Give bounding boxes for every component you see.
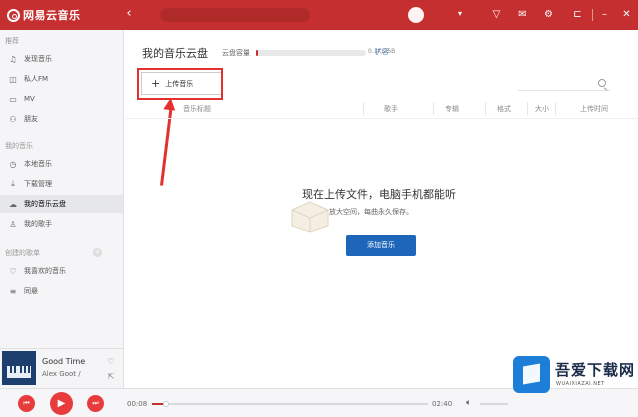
sidebar-item-discover[interactable]: ♫ 发现音乐 xyxy=(0,50,123,68)
page-title: 我的音乐云盘 xyxy=(142,47,208,60)
main-content: 我的音乐云盘 云盘容量 0.1K/25B 扩容 + 上传音乐 音乐标题 歌手 专… xyxy=(125,30,638,348)
sidebar-item-playlist[interactable]: ≡ 同悬 xyxy=(0,282,123,300)
column-header-artist[interactable]: 歌手 xyxy=(384,104,398,114)
sidebar-item-label: 私人FM xyxy=(24,75,49,83)
sidebar-heading-created-playlists: 创建的歌单 xyxy=(5,249,40,257)
sidebar-item-label: 朋友 xyxy=(24,115,38,123)
now-playing-panel: Good Time Alex Goot / ♡ ⇱ xyxy=(0,348,124,388)
cloud-search-input[interactable] xyxy=(518,78,610,91)
mv-icon: ▭ xyxy=(9,94,17,104)
watermark-logo xyxy=(513,356,550,393)
add-music-button[interactable]: 添加音乐 xyxy=(346,235,416,256)
expand-capacity-link[interactable]: 扩容 xyxy=(375,47,389,57)
elapsed-time: 00:08 xyxy=(127,400,148,408)
sidebar-item-cloud-drive[interactable]: ☁ 我的音乐云盘 xyxy=(0,195,123,213)
mail-icon[interactable]: ✉ xyxy=(516,8,529,21)
previous-icon[interactable]: ⏮ xyxy=(18,395,35,412)
heart-icon[interactable]: ♡ xyxy=(106,357,116,367)
global-search-input[interactable] xyxy=(160,8,310,22)
back-icon[interactable]: ‹ xyxy=(122,6,136,22)
sidebar: 推荐 ♫ 发现音乐 ◫ 私人FM ▭ MV ⚇ 朋友 我的音乐 ◷ 本地音乐 ⤓… xyxy=(0,30,124,348)
piano-keys-icon xyxy=(7,366,31,378)
sidebar-item-label: 本地音乐 xyxy=(24,160,52,168)
total-time: 02:40 xyxy=(432,400,453,408)
column-header-format[interactable]: 格式 xyxy=(497,104,511,114)
username[interactable] xyxy=(428,9,452,20)
playlist-icon: ≡ xyxy=(9,286,17,296)
table-header-divider xyxy=(125,118,638,119)
download-icon: ⤓ xyxy=(11,179,15,188)
singer-icon: ♙ xyxy=(9,219,17,229)
sidebar-item-friends[interactable]: ⚇ 朋友 xyxy=(0,110,123,128)
sidebar-heading-recommend: 推荐 xyxy=(5,37,19,45)
empty-state-title: 现在上传文件，电脑手机都能听 xyxy=(302,188,456,201)
radio-icon: ◫ xyxy=(9,74,17,84)
next-icon[interactable]: ⏭ xyxy=(87,395,104,412)
song-title[interactable]: Good Time xyxy=(42,357,85,366)
sidebar-item-local-music[interactable]: ◷ 本地音乐 xyxy=(0,155,123,173)
sidebar-item-downloads[interactable]: ⤓ 下载管理 xyxy=(0,175,123,193)
sidebar-item-fm[interactable]: ◫ 私人FM xyxy=(0,70,123,88)
column-header-title[interactable]: 音乐标题 xyxy=(183,104,211,114)
capacity-label: 云盘容量 xyxy=(222,49,250,57)
annotation-arrow-line xyxy=(160,104,173,186)
cloud-upload-illustration-icon xyxy=(291,201,329,233)
sidebar-item-label: 我的音乐云盘 xyxy=(24,200,66,208)
sidebar-item-label: 下载管理 xyxy=(24,180,52,188)
sidebar-item-label: MV xyxy=(24,95,35,103)
annotation-highlight-box xyxy=(137,68,223,100)
song-artist[interactable]: Alex Goot / xyxy=(42,370,81,378)
close-icon[interactable]: ✕ xyxy=(620,8,633,21)
gear-icon[interactable]: ⚙ xyxy=(542,8,555,21)
tshirt-icon[interactable]: ▽ xyxy=(490,8,503,21)
sidebar-item-my-singers[interactable]: ♙ 我的歌手 xyxy=(0,215,123,233)
column-separator xyxy=(555,102,556,115)
column-header-upload-time[interactable]: 上传时间 xyxy=(580,104,608,114)
column-header-size[interactable]: 大小 xyxy=(535,104,549,114)
sidebar-item-liked-music[interactable]: ♡ 我喜欢的音乐 xyxy=(0,262,123,280)
title-bar-divider xyxy=(592,9,593,21)
minimize-icon[interactable]: ⊏ xyxy=(571,8,584,21)
column-separator xyxy=(485,102,486,115)
volume-icon[interactable]: 🔈︎ xyxy=(466,398,471,408)
title-bar: 网易云音乐 ‹ ▾ ▽ ✉ ⚙ ⊏ – ✕ xyxy=(0,0,638,30)
share-icon[interactable]: ⇱ xyxy=(106,372,116,382)
avatar[interactable] xyxy=(408,7,424,23)
column-header-album[interactable]: 专辑 xyxy=(445,104,459,114)
progress-bar[interactable] xyxy=(152,401,428,407)
maximize-icon[interactable]: – xyxy=(598,8,611,21)
app-name: 网易云音乐 xyxy=(23,9,81,22)
play-icon[interactable]: ▶ xyxy=(50,392,73,415)
column-separator xyxy=(527,102,528,115)
music-note-icon: ♫ xyxy=(9,54,17,64)
sidebar-item-label: 发现音乐 xyxy=(24,55,52,63)
watermark-title: 吾爱下载网 xyxy=(555,361,636,379)
sidebar-item-mv[interactable]: ▭ MV xyxy=(0,90,123,108)
caret-down-icon[interactable]: ▾ xyxy=(458,9,462,18)
clock-icon: ◷ xyxy=(9,159,17,169)
netease-logo-icon xyxy=(7,8,20,22)
empty-state-subtitle: 放大空间，每曲永久保存。 xyxy=(329,208,413,216)
volume-slider[interactable] xyxy=(480,403,508,405)
capacity-bar xyxy=(256,50,366,56)
column-separator xyxy=(433,102,434,115)
album-cover[interactable] xyxy=(2,351,36,385)
sidebar-item-label: 我喜欢的音乐 xyxy=(24,267,66,275)
app-logo[interactable]: 网易云音乐 xyxy=(7,7,81,23)
sidebar-item-label: 同悬 xyxy=(24,287,38,295)
watermark-subtitle: WUAIXIAZAI.NET xyxy=(556,381,605,387)
friends-icon: ⚇ xyxy=(9,114,17,124)
cube-icon xyxy=(523,363,540,385)
progress-handle[interactable] xyxy=(162,401,169,407)
heart-icon: ♡ xyxy=(9,266,17,276)
cloud-icon: ☁ xyxy=(9,199,17,209)
sidebar-item-label: 我的歌手 xyxy=(24,220,52,228)
sidebar-heading-my-music: 我的音乐 xyxy=(5,142,33,150)
add-playlist-icon[interactable]: + xyxy=(93,248,102,257)
capacity-bar-fill xyxy=(256,50,259,56)
column-separator xyxy=(363,102,364,115)
search-icon[interactable] xyxy=(598,79,606,87)
